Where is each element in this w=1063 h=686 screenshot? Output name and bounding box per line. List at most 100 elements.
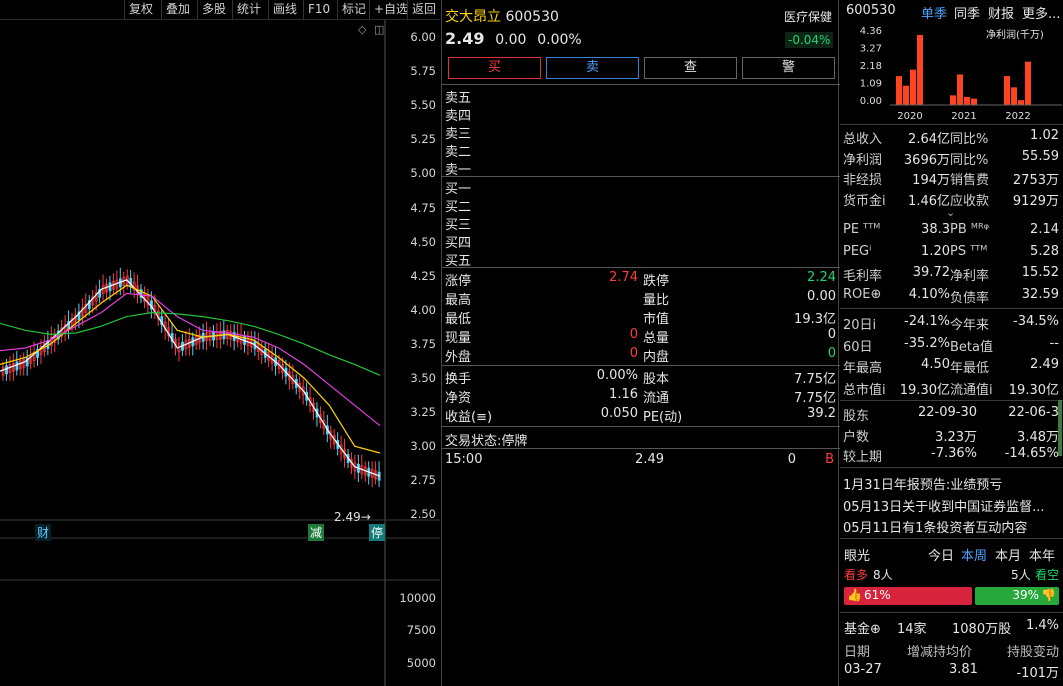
tab-year[interactable]: 本年 [1029, 545, 1055, 564]
news-item[interactable]: 05月11日有1条投资者互动内容 [843, 517, 1027, 536]
add-watchlist-button[interactable]: +自选 [369, 0, 412, 19]
bid-level-label: 买二 [445, 200, 472, 215]
scrollbar[interactable] [1058, 400, 1062, 456]
bear-label: 看空 [1035, 568, 1060, 582]
restore-right-button[interactable]: 复权 [124, 0, 157, 19]
fin-value-a: 194万 [912, 173, 950, 188]
perf-value-a: 19.30亿 [899, 382, 950, 398]
news-item[interactable]: 1月31日年报预告:业绩预亏 [843, 474, 1002, 493]
tab-week[interactable]: 本周 [961, 545, 987, 564]
perf-value-b: -34.5% [1013, 314, 1059, 329]
hold-head-change: 持股变动 [1006, 645, 1059, 660]
price-tick: 6.00 [410, 30, 436, 44]
statistics-button[interactable]: 统计 [232, 0, 265, 19]
cur-vol-value: 0 [629, 327, 638, 342]
cur-vol-label: 现量 [445, 331, 472, 346]
high-label: 最高 [445, 293, 472, 308]
finance-marker[interactable]: 财 [35, 524, 52, 541]
turnover-label: 换手 [445, 372, 472, 387]
mini-y-tick: 2.18 [860, 61, 882, 72]
val-value-a: 39.72 [912, 265, 950, 280]
ma-line-0 [0, 279, 381, 477]
ask-level-label: 卖二 [445, 145, 472, 160]
val-label-a: 毛利率 [843, 269, 883, 284]
holder-label: 较上期 [843, 450, 883, 465]
low-label: 最低 [445, 312, 472, 327]
news-item[interactable]: 05月13日关于收到中国证券监督... [843, 496, 1044, 515]
float-value: 7.75亿 [794, 391, 836, 406]
kline-chart[interactable]: ◇ ◫ 6.00 5.75 5.50 5.25 5.00 4.75 4.50 4.25 4.00… [0, 20, 440, 686]
outer-label: 外盘 [445, 350, 472, 365]
net-profit-bar [1025, 61, 1031, 105]
val-value-b: 2.14 [1030, 222, 1059, 237]
net-profit-bar [910, 69, 916, 105]
fin-label-a: 货币金i [843, 193, 886, 209]
diamond-icon[interactable]: ◇ [358, 23, 366, 36]
ma-line-2 [0, 292, 381, 427]
sentiment-title: 眼光 [844, 549, 871, 564]
tab-month[interactable]: 本月 [995, 545, 1021, 564]
window-icon[interactable]: ◫ [374, 23, 384, 36]
query-button[interactable]: 查 [644, 57, 737, 79]
shares-value: 7.75亿 [794, 372, 836, 387]
tick-price: 2.49 [635, 452, 664, 467]
perf-value-b: 2.49 [1030, 357, 1059, 372]
val-value-a: 1.20 [921, 243, 950, 259]
ask-level-label: 卖三 [445, 127, 472, 142]
sector-name[interactable]: 医疗保健 [784, 8, 832, 25]
price-tick: 3.25 [410, 405, 436, 420]
reduce-marker[interactable]: 减 [308, 524, 325, 541]
fin-value-a: 2.64亿 [908, 132, 950, 147]
perf-label-a: 总市值i [843, 382, 886, 398]
multi-stock-button[interactable]: 多股 [197, 0, 230, 19]
perf-value-a: -35.2% [904, 335, 950, 351]
total-vol-value: 0 [827, 327, 836, 342]
val-label-b: PB ᴹᴿᵠ [950, 222, 990, 237]
mini-year-label: 2021 [951, 111, 976, 122]
holder-previous: -14.65% [1004, 446, 1059, 461]
net-profit-bar [950, 95, 956, 105]
price-tick: 4.50 [410, 234, 436, 249]
alert-button[interactable]: 警 [742, 57, 835, 79]
f10-button[interactable]: F10 [303, 0, 334, 19]
fin-value-b: 9129万 [1012, 193, 1059, 209]
quote-panel: 交大昂立 600530 医疗保健 -0.04% 2.49 0.00 0.00% … [441, 0, 840, 686]
val-value-a: 38.3 [921, 222, 950, 237]
price-tick: 3.00 [410, 439, 436, 454]
ask-level-label: 卖四 [445, 109, 472, 124]
holder-current: -7.36% [931, 446, 977, 461]
price-tick: 5.25 [410, 132, 436, 147]
perf-label-b: 年最低 [950, 361, 990, 376]
pe-value: 39.2 [807, 406, 836, 421]
bear-bar[interactable]: 39% 👎 [975, 587, 1059, 605]
inner-value: 0 [827, 346, 836, 361]
tab-today[interactable]: 今日 [928, 545, 954, 564]
volume-tick: 7500 [406, 623, 436, 637]
sell-button[interactable]: 卖 [546, 57, 639, 79]
bull-label: 看多 [844, 568, 869, 582]
limit-down-value: 2.24 [807, 270, 836, 285]
tick-side: B [825, 452, 834, 467]
perf-label-b: 流通值i [950, 382, 993, 398]
perf-value-b: -- [1049, 335, 1059, 351]
buy-button[interactable]: 买 [448, 57, 541, 79]
net-profit-bar [1011, 87, 1017, 105]
back-button[interactable]: 返回 [407, 0, 440, 19]
holder-previous: 22-06-3 [1008, 405, 1059, 420]
sector-change: -0.04% [785, 32, 834, 48]
kline-svg [0, 20, 440, 686]
mini-y-tick: 1.09 [860, 79, 882, 90]
mark-button[interactable]: 标记 [337, 0, 370, 19]
bull-bar[interactable]: 👍 61% [844, 587, 973, 605]
expand-icon[interactable]: ⌄ [946, 206, 955, 219]
fund-count: 14家 [897, 622, 927, 637]
mini-year-label: 2020 [897, 111, 922, 122]
f10-panel: 600530 单季 同季 财报 更多... 4.36 3.27 2.18 1.09 0.… [840, 0, 1063, 686]
overlay-button[interactable]: 叠加 [161, 0, 194, 19]
net-profit-bar [917, 35, 923, 105]
bear-percent: 39% [1012, 588, 1039, 602]
halt-marker[interactable]: 停 [369, 524, 386, 541]
mini-year-label: 2022 [1005, 111, 1030, 122]
fin-value-a: 1.46亿 [908, 193, 950, 209]
draw-line-button[interactable]: 画线 [268, 0, 301, 19]
